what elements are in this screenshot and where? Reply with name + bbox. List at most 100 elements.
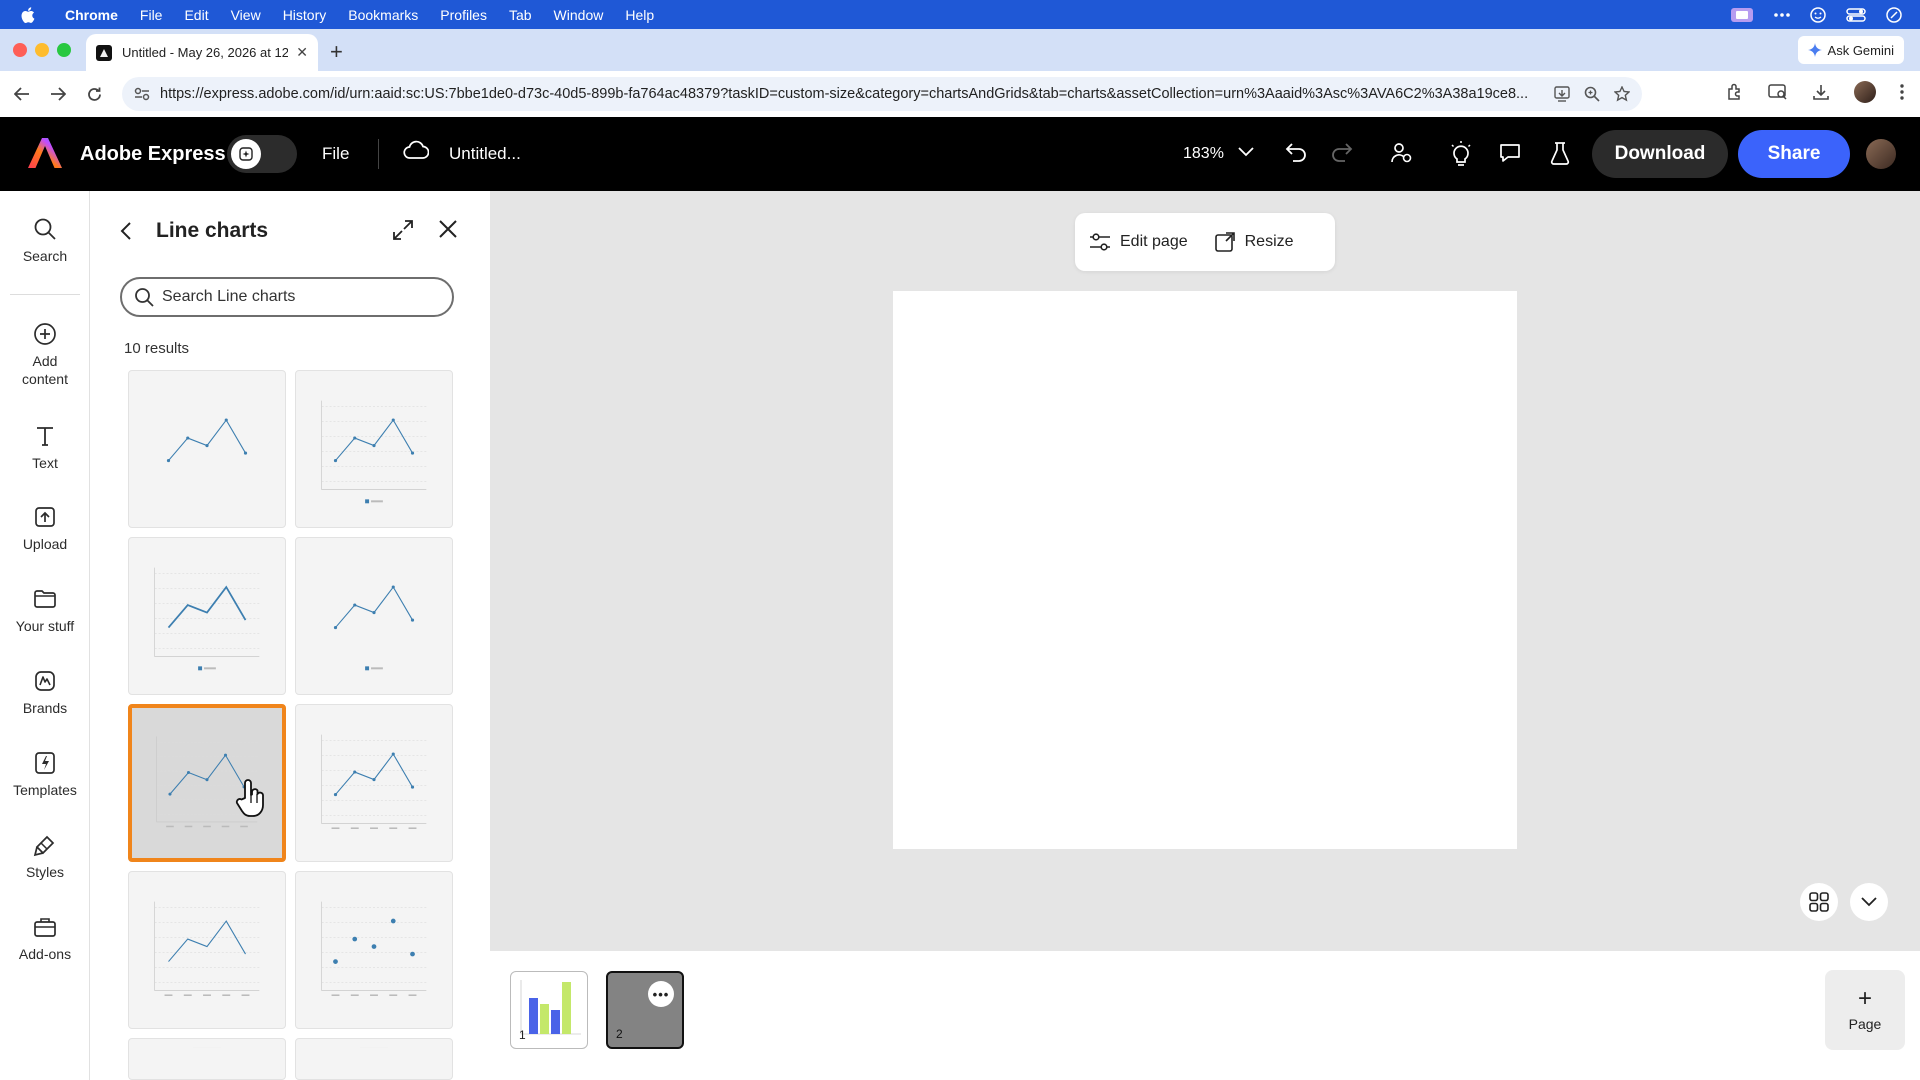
menu-view[interactable]: View (220, 7, 272, 23)
back-button[interactable] (4, 87, 40, 101)
downloads-icon[interactable] (1812, 83, 1830, 101)
face-icon[interactable] (1810, 6, 1826, 23)
collaborate-icon[interactable] (1390, 141, 1414, 165)
series-point (353, 770, 357, 774)
series-point (168, 792, 172, 796)
legend-swatch (198, 666, 203, 671)
clock-icon[interactable] (1886, 6, 1902, 23)
ai-toggle-knob (231, 139, 261, 169)
tick-label-placeholder (408, 827, 417, 830)
menu-profiles[interactable]: Profiles (429, 7, 498, 23)
forward-button[interactable] (40, 87, 76, 101)
control-center-icon[interactable] (1846, 7, 1866, 22)
rail-item-label: Templates (13, 782, 77, 798)
download-button[interactable]: Download (1592, 130, 1728, 178)
bookmark-star-icon[interactable] (1614, 86, 1630, 102)
window-minimize-button[interactable] (35, 43, 49, 57)
redo-icon[interactable] (1330, 141, 1354, 163)
line-chart-template-1[interactable] (128, 370, 286, 528)
tab-search-icon[interactable] (1768, 83, 1788, 101)
adobe-express-logo-icon[interactable] (28, 137, 62, 174)
file-menu[interactable]: File (322, 144, 349, 164)
window-close-button[interactable] (13, 43, 27, 57)
apple-icon[interactable] (0, 6, 54, 24)
back-chevron-icon[interactable] (120, 221, 132, 241)
page-more-options-icon[interactable]: ••• (648, 981, 674, 1007)
reload-button[interactable] (76, 87, 112, 102)
series-line (168, 920, 246, 962)
resize-button[interactable]: Resize (1214, 231, 1294, 253)
lightbulb-icon[interactable] (1450, 141, 1472, 167)
zoom-magnifier-icon[interactable] (1584, 86, 1600, 102)
menu-history[interactable]: History (272, 7, 338, 23)
zoom-level[interactable]: 183% (1183, 145, 1224, 163)
upload-icon (35, 507, 55, 527)
close-icon[interactable] (438, 219, 458, 239)
profile-avatar[interactable] (1854, 81, 1876, 103)
menu-file[interactable]: File (129, 7, 174, 23)
add-page-button[interactable]: + Page (1825, 970, 1905, 1050)
site-settings-icon[interactable] (134, 87, 150, 101)
chevron-down-icon (1861, 897, 1877, 907)
rail-item-your-stuff[interactable]: Your stuff (0, 587, 90, 635)
rail-item-search[interactable]: Search (0, 217, 90, 265)
install-app-icon[interactable] (1554, 86, 1570, 102)
menu-tab[interactable]: Tab (498, 7, 543, 23)
grid-view-button[interactable] (1800, 883, 1838, 921)
line-chart-template-8[interactable] (295, 871, 453, 1029)
menu-bookmarks[interactable]: Bookmarks (337, 7, 429, 23)
menu-app-chrome[interactable]: Chrome (54, 7, 129, 23)
menu-edit[interactable]: Edit (173, 7, 219, 23)
rail-item-styles[interactable]: Styles (0, 833, 90, 881)
line-chart-template-9[interactable] (128, 1038, 286, 1080)
search-field[interactable] (120, 277, 454, 317)
browser-toolbar: https://express.adobe.com/id/urn:aaid:sc… (0, 71, 1920, 117)
collapse-pages-button[interactable] (1850, 883, 1888, 921)
chrome-menu-icon[interactable] (1900, 84, 1904, 100)
labs-flask-icon[interactable] (1550, 141, 1570, 165)
rail-item-templates[interactable]: Templates (0, 751, 90, 799)
line-chart-template-4[interactable] (295, 537, 453, 695)
address-bar[interactable]: https://express.adobe.com/id/urn:aaid:sc… (122, 77, 1642, 111)
expand-icon[interactable] (392, 219, 414, 241)
tick-label-placeholder (370, 994, 378, 997)
rail-item-text[interactable]: Text (0, 424, 90, 472)
edit-page-button[interactable]: Edit page (1089, 232, 1188, 252)
comment-icon[interactable] (1498, 141, 1522, 165)
ask-gemini-button[interactable]: Ask Gemini (1797, 36, 1904, 64)
page-thumbnail-2[interactable]: ••• 2 (606, 971, 684, 1049)
page-toolbar: Edit page Resize (1075, 213, 1335, 271)
zoom-chevron-down-icon[interactable] (1238, 147, 1254, 157)
menu-help[interactable]: Help (614, 7, 665, 23)
menu-window[interactable]: Window (543, 7, 615, 23)
extensions-icon[interactable] (1726, 83, 1744, 101)
cloud-save-icon[interactable] (403, 139, 430, 166)
rail-item-brands[interactable]: Brands (0, 669, 90, 717)
user-avatar[interactable] (1866, 139, 1896, 169)
share-button[interactable]: Share (1738, 130, 1850, 178)
tab-close-icon[interactable]: ✕ (296, 44, 308, 61)
line-chart-template-3[interactable] (128, 537, 286, 695)
series-point (333, 625, 338, 630)
line-chart-preview (154, 567, 260, 671)
line-chart-template-10[interactable] (295, 1038, 453, 1080)
rail-item-upload[interactable]: Upload (0, 505, 90, 553)
line-chart-template-6[interactable] (295, 704, 453, 862)
search-input[interactable] (162, 288, 432, 306)
browser-tab[interactable]: Untitled - May 26, 2026 at 12 ✕ (86, 34, 318, 71)
new-tab-button[interactable]: + (330, 39, 343, 65)
generative-ai-toggle[interactable] (227, 135, 297, 173)
document-title[interactable]: Untitled... (449, 144, 521, 164)
rail-item-add-ons[interactable]: Add-ons (0, 915, 90, 963)
rail-item-add-content[interactable]: Add content (0, 322, 90, 388)
more-dots-icon[interactable] (1774, 12, 1790, 17)
window-maximize-button[interactable] (57, 43, 71, 57)
magic-sparkle-icon (239, 147, 253, 161)
page-thumbnail-1[interactable]: 1 (510, 971, 588, 1049)
browser-tab-title: Untitled - May 26, 2026 at 12 (122, 45, 289, 60)
screen-mirror-icon[interactable] (1730, 7, 1754, 23)
line-chart-template-2[interactable] (295, 370, 453, 528)
undo-icon[interactable] (1284, 141, 1308, 163)
artboard-page[interactable] (893, 291, 1517, 849)
line-chart-template-7[interactable] (128, 871, 286, 1029)
